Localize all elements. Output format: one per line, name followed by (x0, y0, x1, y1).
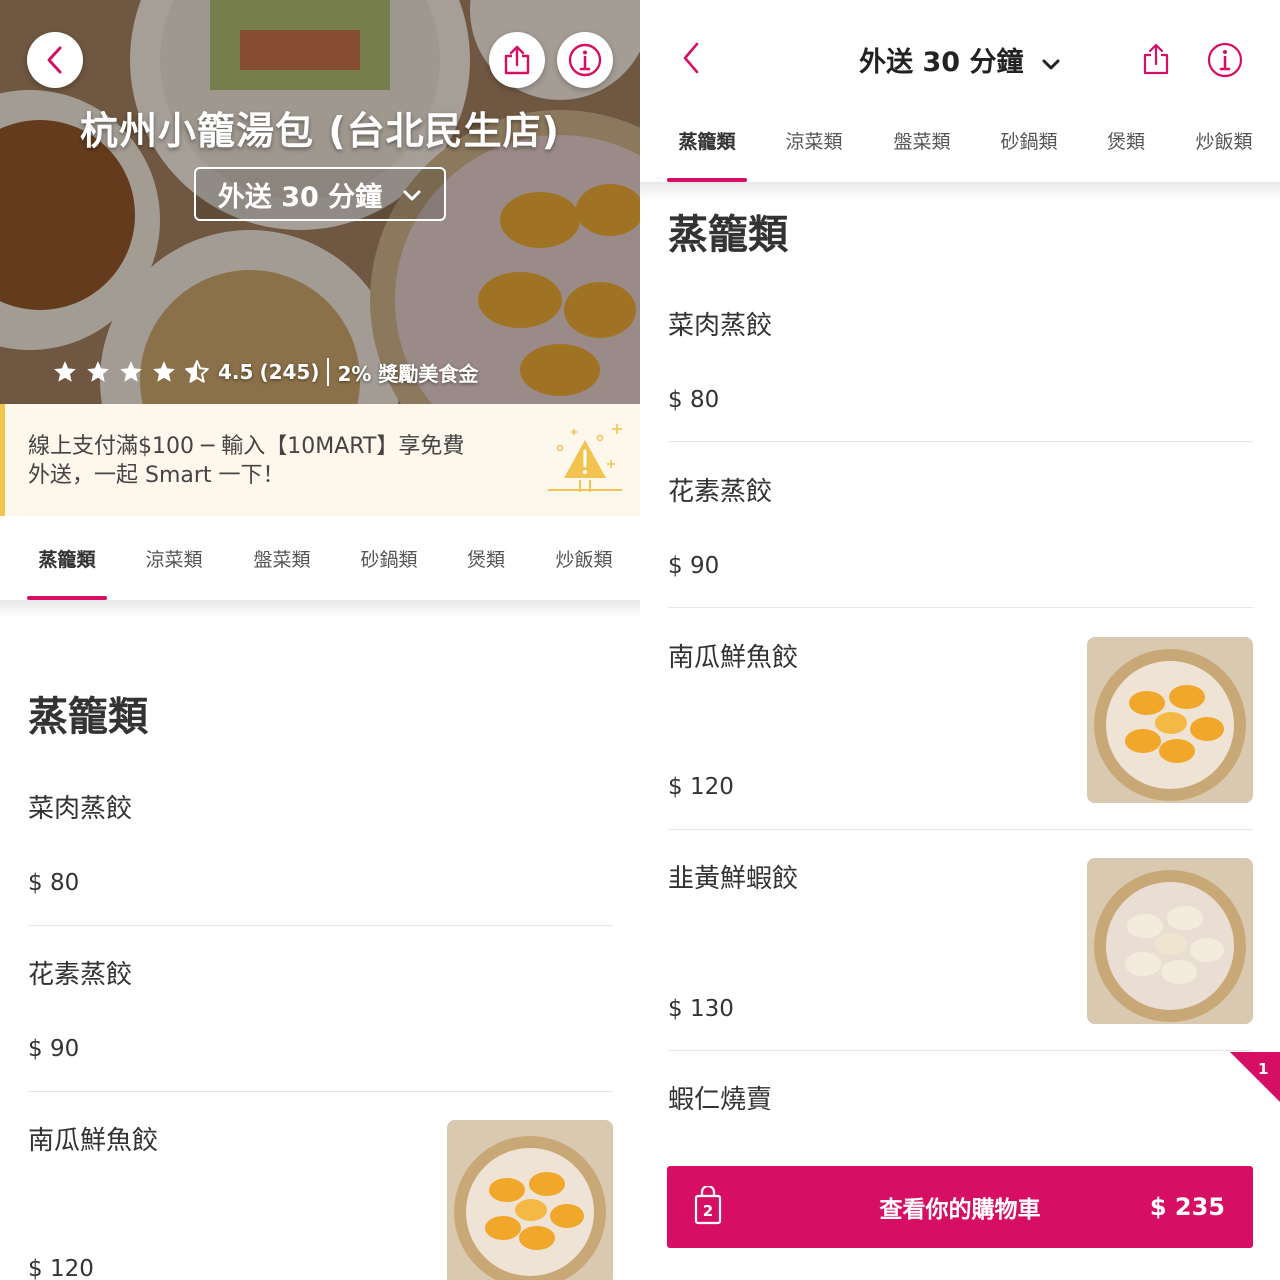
delivery-mode-selector[interactable]: 外送 30 分鐘 (640, 40, 1280, 79)
cart-count-badge: 1 (1230, 1052, 1280, 1102)
review-count: (245) (259, 360, 320, 384)
item-divider (668, 441, 1253, 442)
half-star-icon (185, 360, 209, 383)
cart-badge-count: 1 (1258, 1060, 1269, 1078)
tab-cold-dishes[interactable]: 涼菜類 (134, 516, 214, 600)
rating-value: 4.5 (218, 360, 254, 384)
share-button[interactable] (1142, 42, 1170, 80)
restaurant-page-scrolled: 外送 30 分鐘 蒸籠類 涼菜類 盤菜類 砂鍋類 煲類 炒飯類 蒸籠類 菜肉蒸餃… (640, 0, 1280, 1280)
menu-item-price: $ 80 (668, 387, 720, 413)
tab-pot[interactable]: 煲類 (456, 516, 516, 600)
menu-item-name[interactable]: 南瓜鮮魚餃 (28, 1120, 158, 1157)
tabs-shadow (0, 600, 640, 618)
menu-item-name[interactable]: 菜肉蒸餃 (668, 305, 772, 342)
star-icon (120, 361, 142, 382)
sticky-header: 外送 30 分鐘 (640, 0, 1280, 100)
menu-item-name[interactable]: 菜肉蒸餃 (28, 788, 132, 825)
tab-fried-rice[interactable]: 炒飯類 (1185, 98, 1263, 182)
restaurant-page-top: 杭州小籠湯包 (台北民生店) 外送 30 分鐘 4.5 (245) 2% 獎勵美… (0, 0, 640, 1280)
item-divider (668, 1050, 1253, 1051)
item-divider (668, 829, 1253, 830)
item-divider (28, 1091, 613, 1092)
tabs-shadow (640, 182, 1280, 200)
menu-item-price: $ 80 (28, 870, 80, 896)
star-icon (54, 361, 76, 382)
tab-steamer[interactable]: 蒸籠類 (27, 516, 107, 600)
info-icon (1207, 42, 1243, 82)
info-icon (568, 43, 602, 77)
chevron-left-icon (44, 45, 66, 75)
info-button[interactable] (1207, 42, 1243, 82)
cart-total: $ 235 (1149, 1193, 1225, 1221)
menu-item-price: $ 90 (668, 553, 720, 579)
promo-text: 線上支付滿$100 ─ 輸入【10MART】享免費 外送，一起 Smart 一下… (28, 432, 508, 490)
tab-casserole[interactable]: 砂鍋類 (349, 516, 429, 600)
rating-divider (327, 358, 330, 386)
item-divider (28, 925, 613, 926)
dish-photo[interactable] (447, 1120, 613, 1280)
share-button[interactable] (489, 32, 545, 88)
menu-item-price: $ 90 (28, 1036, 80, 1062)
menu-item-price: $ 120 (668, 774, 734, 800)
back-button[interactable] (27, 32, 83, 88)
menu-item-name[interactable]: 花素蒸餃 (28, 954, 132, 991)
star-icon (153, 361, 175, 382)
tab-plate-dishes[interactable]: 盤菜類 (242, 516, 322, 600)
dish-photo[interactable] (1087, 637, 1253, 803)
delivery-mode-selector[interactable]: 外送 30 分鐘 (194, 167, 446, 221)
info-button[interactable] (557, 32, 613, 88)
menu-item-name[interactable]: 花素蒸餃 (668, 471, 772, 508)
tab-casserole[interactable]: 砂鍋類 (989, 98, 1069, 182)
menu-item-name[interactable]: 南瓜鮮魚餃 (668, 637, 798, 674)
category-tabs: 蒸籠類 涼菜類 盤菜類 砂鍋類 煲類 炒飯類 (0, 516, 640, 600)
rating-row: 4.5 (245) 2% 獎勵美食金 (52, 356, 478, 388)
tab-pot[interactable]: 煲類 (1096, 98, 1156, 182)
tab-fried-rice[interactable]: 炒飯類 (545, 516, 623, 600)
menu-item-name[interactable]: 韭黃鮮蝦餃 (668, 858, 798, 895)
tab-plate-dishes[interactable]: 盤菜類 (882, 98, 962, 182)
menu-item-name[interactable]: 蝦仁燒賣 (668, 1079, 772, 1116)
star-icon (87, 361, 109, 382)
tab-cold-dishes[interactable]: 涼菜類 (774, 98, 854, 182)
tab-steamer[interactable]: 蒸籠類 (667, 98, 747, 182)
menu-item-price: $ 120 (28, 1256, 94, 1280)
chevron-down-icon (402, 179, 422, 210)
share-icon (503, 44, 531, 76)
reward-label: 2% 獎勵美食金 (337, 361, 479, 386)
section-title: 蒸籠類 (28, 694, 148, 740)
menu-item-price: $ 130 (668, 996, 734, 1022)
delivery-mode-label: 外送 30 分鐘 (217, 181, 383, 213)
dish-photo[interactable] (1087, 858, 1253, 1024)
hero-banner: 杭州小籠湯包 (台北民生店) 外送 30 分鐘 4.5 (245) 2% 獎勵美… (0, 0, 640, 404)
item-divider (668, 607, 1253, 608)
category-tabs: 蒸籠類 涼菜類 盤菜類 砂鍋類 煲類 炒飯類 (640, 98, 1280, 182)
delivery-mode-label: 外送 30 分鐘 (859, 47, 1024, 78)
restaurant-name: 杭州小籠湯包 (台北民生店) (80, 109, 560, 153)
view-cart-button[interactable]: 2 查看你的購物車 $ 235 (667, 1166, 1253, 1248)
promo-line-1: 線上支付滿$100 ─ 輸入【10MART】享免費 (28, 434, 465, 459)
promo-line-2: 外送，一起 Smart 一下！ (28, 463, 285, 488)
chevron-down-icon (1041, 48, 1061, 79)
section-title: 蒸籠類 (668, 212, 788, 258)
share-icon (1142, 43, 1170, 80)
warning-sparkle-icon (540, 418, 630, 502)
rating-stars (52, 359, 210, 385)
